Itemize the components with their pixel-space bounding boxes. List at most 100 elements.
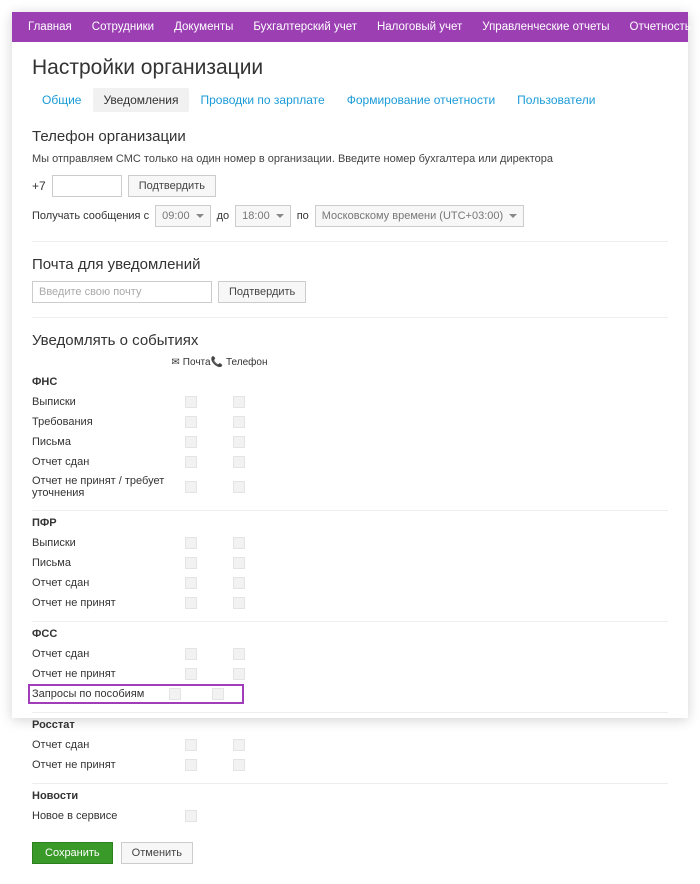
event-label: Выписки [32, 396, 167, 408]
nav-item[interactable]: Сотрудники [82, 21, 164, 33]
event-label: Запросы по пособиям [32, 688, 154, 700]
event-row: Новое в сервисе [32, 806, 668, 826]
time-to-select[interactable]: 18:00 [235, 205, 291, 227]
mail-checkbox[interactable] [185, 416, 197, 428]
phone-checkbox[interactable] [233, 668, 245, 680]
nav-item[interactable]: Отчетность [620, 21, 700, 33]
phone-confirm-button[interactable]: Подтвердить [128, 175, 216, 197]
event-row: Отчет не принят / требует уточнения [32, 472, 668, 502]
phone-checkbox[interactable] [233, 396, 245, 408]
nav-item[interactable]: Главная [18, 21, 82, 33]
event-row: Выписки [32, 392, 668, 412]
phone-checkbox[interactable] [233, 456, 245, 468]
mail-checkbox[interactable] [185, 396, 197, 408]
event-label: Отчет сдан [32, 739, 167, 751]
email-input[interactable] [32, 281, 212, 303]
event-group-title: ФНС [32, 376, 668, 388]
chevron-down-icon [276, 214, 284, 218]
receive-from-label: Получать сообщения с [32, 210, 149, 222]
event-row: Отчет не принят [32, 593, 668, 613]
tab[interactable]: Формирование отчетности [337, 88, 505, 112]
event-group-title: Росстат [32, 712, 668, 731]
event-row: Отчет сдан [32, 573, 668, 593]
phone-section-title: Телефон организации [32, 128, 668, 145]
page-title: Настройки организации [32, 56, 263, 80]
mail-checkbox[interactable] [185, 668, 197, 680]
email-confirm-button[interactable]: Подтвердить [218, 281, 306, 303]
mail-checkbox[interactable] [185, 739, 197, 751]
event-group-title: ФСС [32, 621, 668, 640]
phone-checkbox[interactable] [233, 648, 245, 660]
event-row: Выписки [32, 533, 668, 553]
phone-checkbox[interactable] [233, 481, 245, 493]
phone-checkbox[interactable] [233, 739, 245, 751]
nav-item[interactable]: Управленческие отчеты [472, 21, 619, 33]
mail-checkbox[interactable] [185, 577, 197, 589]
chevron-down-icon [509, 214, 517, 218]
mail-checkbox[interactable] [185, 810, 197, 822]
phone-checkbox[interactable] [233, 537, 245, 549]
events-section-title: Уведомлять о событиях [32, 332, 668, 349]
cancel-button[interactable]: Отменить [121, 842, 193, 864]
top-nav: ГлавнаяСотрудникиДокументыБухгалтерский … [12, 12, 688, 42]
timezone-select[interactable]: Московскому времени (UTC+03:00) [315, 205, 524, 227]
event-row: Письма [32, 432, 668, 452]
mail-checkbox[interactable] [185, 597, 197, 609]
nav-item[interactable]: Бухгалтерский учет [243, 21, 367, 33]
phone-checkbox[interactable] [212, 688, 224, 700]
tab[interactable]: Общие [32, 88, 91, 112]
event-row: Отчет сдан [32, 735, 668, 755]
tab[interactable]: Проводки по зарплате [191, 88, 335, 112]
event-row: Отчет не принят [32, 664, 668, 684]
event-row: Отчет не принят [32, 755, 668, 775]
event-label: Отчет не принят [32, 597, 167, 609]
email-section-title: Почта для уведомлений [32, 256, 668, 273]
mail-checkbox[interactable] [185, 456, 197, 468]
event-label: Отчет не принят [32, 759, 167, 771]
event-label: Отчет сдан [32, 577, 167, 589]
mail-checkbox[interactable] [185, 436, 197, 448]
nav-item[interactable]: Документы [164, 21, 243, 33]
time-from-value: 09:00 [162, 210, 190, 222]
mail-checkbox[interactable] [185, 648, 197, 660]
event-label: Отчет сдан [32, 456, 167, 468]
column-mail-header: ✉ Почта [167, 357, 215, 368]
time-to-value: 18:00 [242, 210, 270, 222]
time-from-select[interactable]: 09:00 [155, 205, 211, 227]
event-label: Отчет не принят / требует уточнения [32, 475, 167, 499]
event-label: Отчет сдан [32, 648, 167, 660]
event-group-title: ПФР [32, 510, 668, 529]
event-label: Требования [32, 416, 167, 428]
event-label: Письма [32, 436, 167, 448]
chevron-down-icon [196, 214, 204, 218]
phone-input[interactable] [52, 175, 122, 197]
event-group-title: Новости [32, 783, 668, 802]
nav-item[interactable]: Налоговый учет [367, 21, 472, 33]
column-phone-header: 📞 Телефон [215, 357, 263, 368]
mail-checkbox[interactable] [185, 537, 197, 549]
mail-checkbox[interactable] [185, 759, 197, 771]
phone-checkbox[interactable] [233, 436, 245, 448]
tab[interactable]: Уведомления [93, 88, 188, 112]
event-label: Отчет не принят [32, 668, 167, 680]
tz-label: по [297, 210, 309, 222]
tab[interactable]: Пользователи [507, 88, 605, 112]
save-button[interactable]: Сохранить [32, 842, 113, 864]
settings-tabs: ОбщиеУведомленияПроводки по зарплатеФорм… [32, 88, 606, 112]
phone-icon: 📞 [211, 358, 223, 368]
event-row: Отчет сдан [32, 452, 668, 472]
phone-prefix: +7 [32, 179, 46, 193]
phone-checkbox[interactable] [233, 416, 245, 428]
phone-checkbox[interactable] [233, 577, 245, 589]
event-label: Выписки [32, 537, 167, 549]
event-row: Отчет сдан [32, 644, 668, 664]
phone-checkbox[interactable] [233, 597, 245, 609]
mail-checkbox[interactable] [169, 688, 181, 700]
mail-icon: ✉ [171, 358, 179, 368]
phone-checkbox[interactable] [233, 759, 245, 771]
event-row: Требования [32, 412, 668, 432]
phone-checkbox[interactable] [233, 557, 245, 569]
mail-checkbox[interactable] [185, 481, 197, 493]
mail-checkbox[interactable] [185, 557, 197, 569]
event-label: Новое в сервисе [32, 810, 167, 822]
